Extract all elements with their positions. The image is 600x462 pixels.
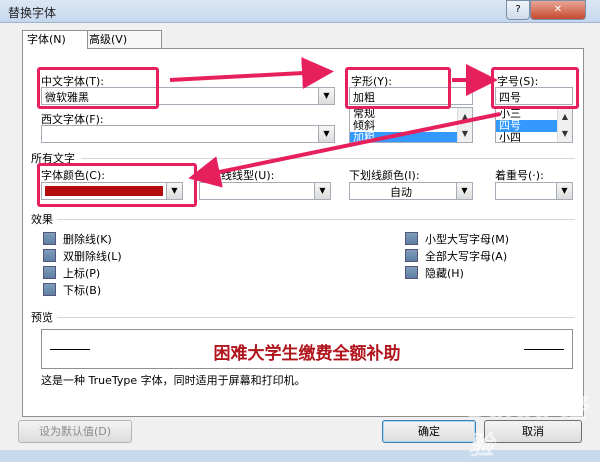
ok-label: 确定 [418,425,440,438]
font-dialog: 替换字体 ? ✕ 字体(N) 高级(V) 中文字体(T): 微软雅黑 ▼ 西文字… [0,0,600,461]
ok-button[interactable]: 确定 [382,420,476,443]
annotation-arrows [169,57,501,188]
tab-font[interactable]: 字体(N) [22,30,88,49]
watermark: Baidu 经验 [468,394,587,461]
set-default-button[interactable]: 设为默认值(D) [18,420,132,443]
set-default-label: 设为默认值(D) [38,425,112,438]
tab-font-label: 字体(N) [27,33,66,46]
arrow-icon [188,112,501,188]
arrow-icon [169,57,334,90]
